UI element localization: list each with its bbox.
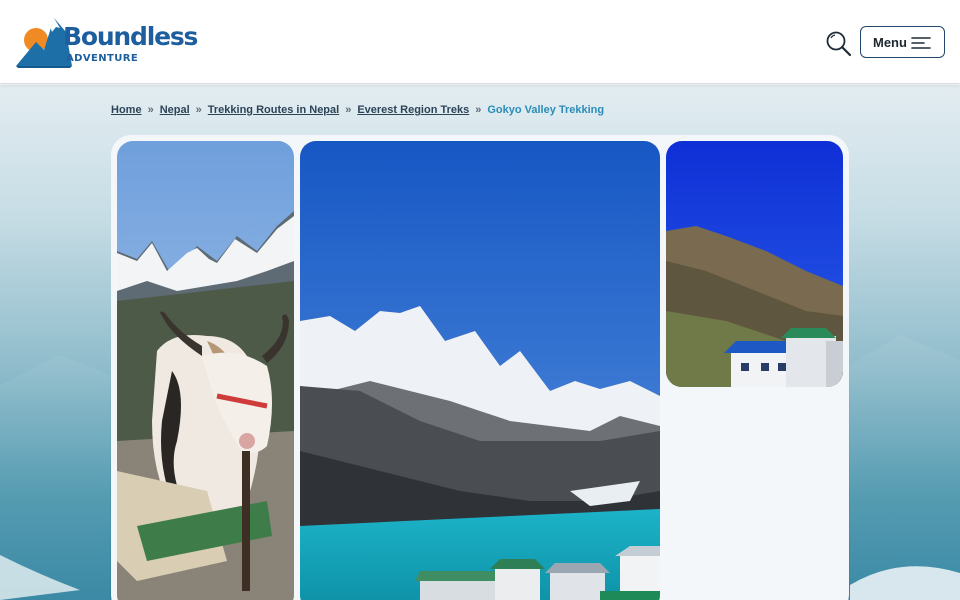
breadcrumb-trekking-routes[interactable]: Trekking Routes in Nepal: [208, 104, 339, 116]
breadcrumb-home[interactable]: Home: [111, 104, 142, 116]
site-header: Boundless ADVENTURE Menu: [0, 0, 960, 84]
logo-subtitle: ADVENTURE: [66, 53, 139, 64]
gallery-photo-yak[interactable]: [117, 141, 294, 600]
breadcrumb-separator: »: [147, 104, 154, 116]
photo-gallery: [111, 135, 849, 600]
breadcrumb: Home » Nepal » Trekking Routes in Nepal …: [111, 102, 604, 118]
breadcrumb-separator: »: [475, 104, 482, 116]
breadcrumb-everest-region[interactable]: Everest Region Treks: [357, 104, 469, 116]
gokyo-lake-photo-image: [300, 141, 660, 600]
search-icon: [826, 31, 852, 57]
gallery-photo-mountain-lodge[interactable]: [666, 141, 843, 387]
menu-button[interactable]: Menu: [860, 26, 945, 58]
breadcrumb-nepal[interactable]: Nepal: [160, 104, 190, 116]
mountain-lodge-photo-image: [666, 141, 843, 387]
breadcrumb-separator: »: [345, 104, 352, 116]
menu-label: Menu: [873, 34, 907, 50]
logo-wordmark: Boundless: [63, 22, 198, 51]
search-button[interactable]: [824, 29, 854, 57]
breadcrumb-current: Gokyo Valley Trekking: [487, 104, 605, 116]
yak-photo-image: [117, 141, 294, 600]
hamburger-icon: [911, 37, 931, 49]
breadcrumb-separator: »: [195, 104, 202, 116]
gallery-photo-gokyo-lake[interactable]: [300, 141, 660, 600]
site-logo[interactable]: Boundless ADVENTURE: [14, 14, 198, 70]
